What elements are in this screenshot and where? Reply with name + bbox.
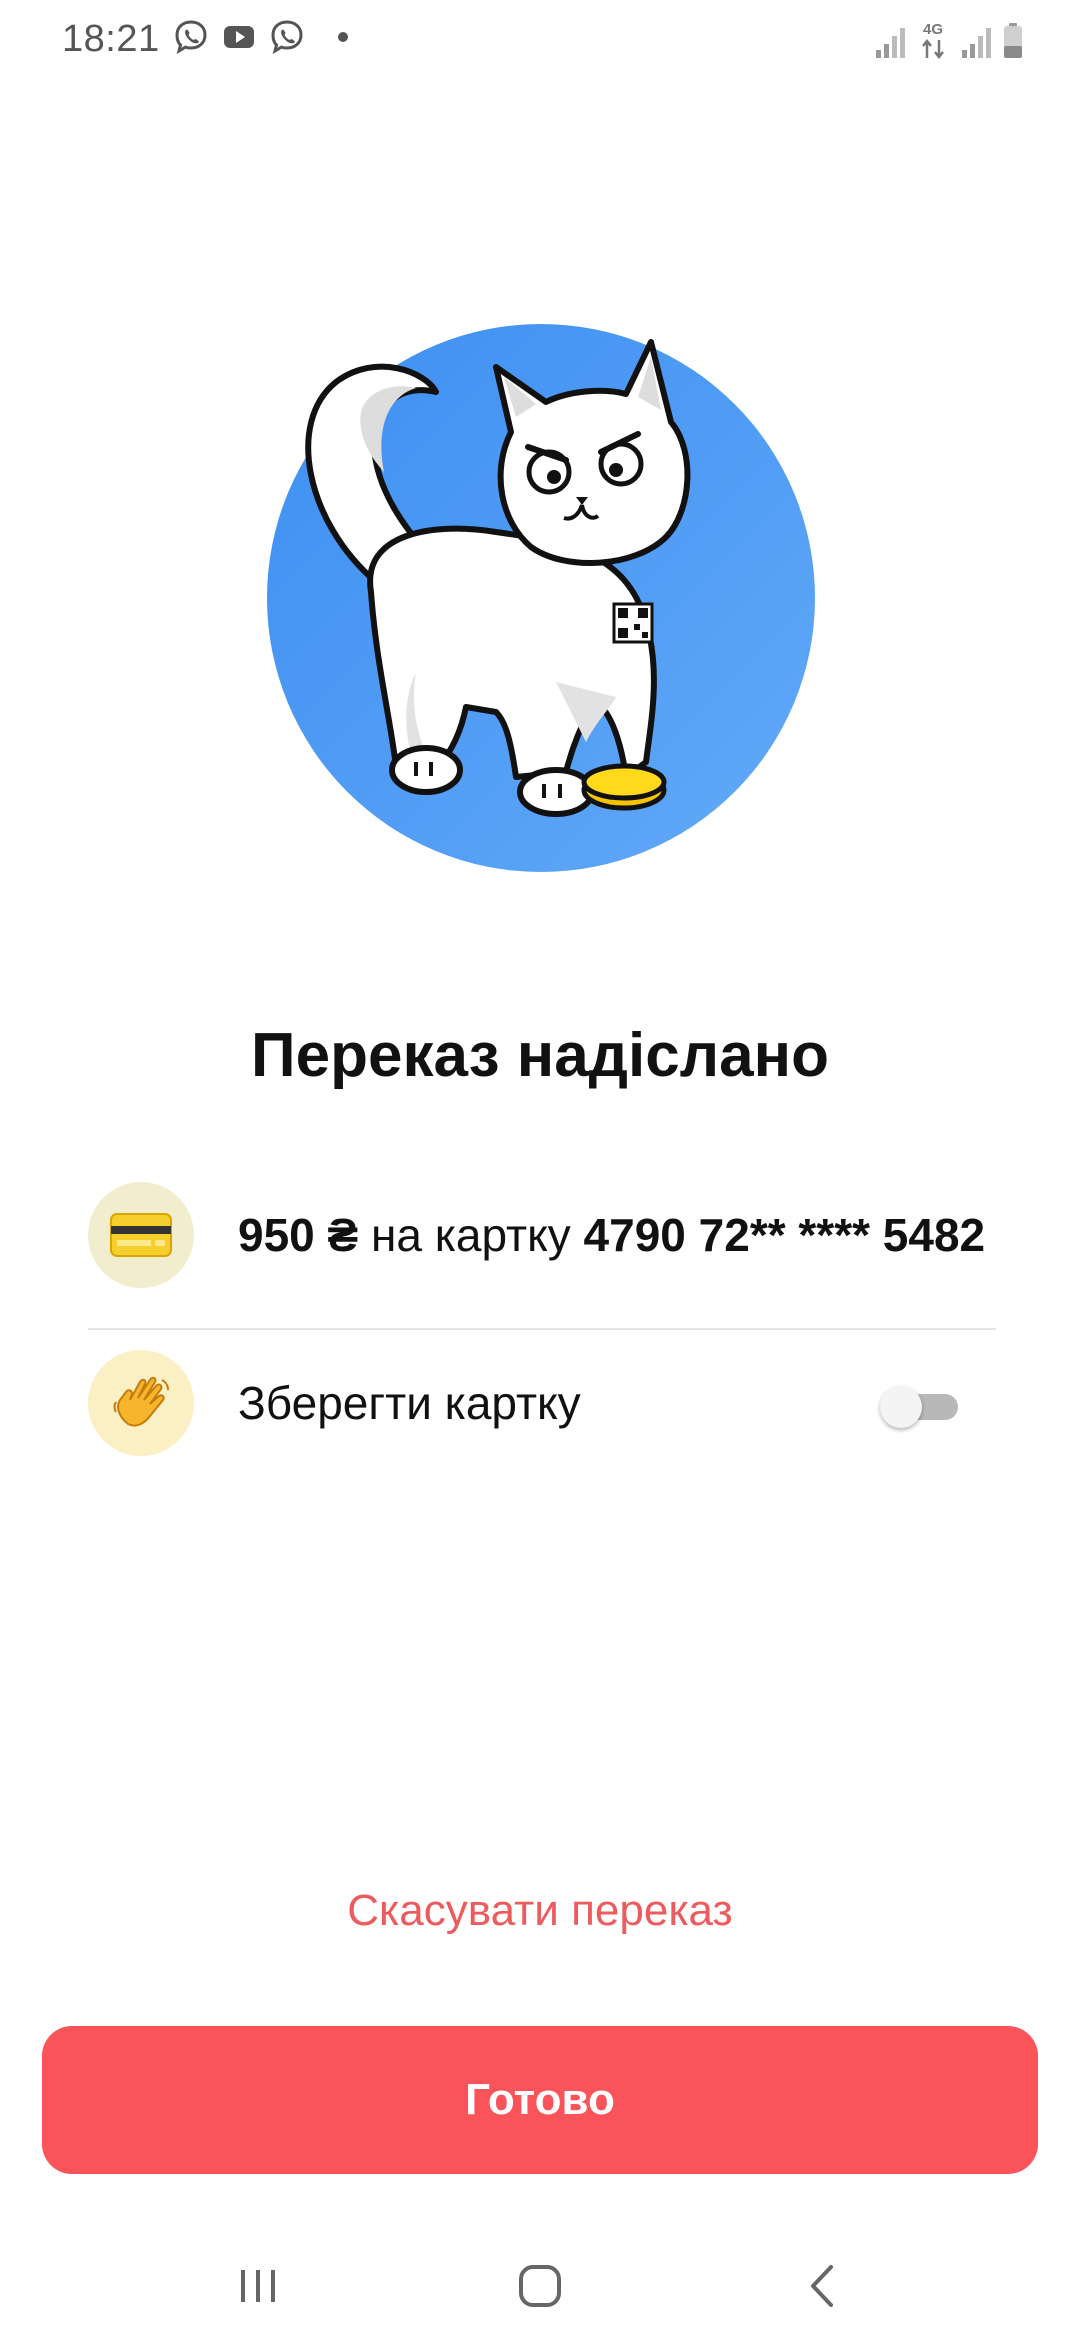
viber-icon xyxy=(175,20,207,55)
save-card-row[interactable]: Зберегти картку xyxy=(88,1348,996,1458)
viber-icon xyxy=(271,20,303,55)
divider xyxy=(88,1328,996,1330)
4g-data-icon: 4G xyxy=(922,21,944,60)
transfer-summary: 950 ₴ на картку 4790 72** **** 5482 xyxy=(238,1208,985,1262)
status-bar: 18:21 4G xyxy=(0,0,1080,84)
transfer-amount: 950 ₴ xyxy=(238,1209,359,1261)
back-icon[interactable] xyxy=(782,2246,862,2326)
signal-icon xyxy=(962,28,991,58)
cancel-transfer-link[interactable]: Скасувати переказ xyxy=(0,1886,1080,1936)
waving-hand-icon xyxy=(88,1350,194,1456)
youtube-icon xyxy=(224,26,254,48)
system-nav-bar xyxy=(0,2220,1080,2340)
save-card-label: Зберегти картку xyxy=(238,1377,581,1429)
notification-icons xyxy=(172,18,348,56)
card-number: 4790 72** **** 5482 xyxy=(583,1209,986,1261)
page-title: Переказ надіслано xyxy=(251,1021,829,1090)
status-time: 18:21 xyxy=(62,18,160,60)
battery-icon xyxy=(1004,23,1022,58)
toggle-knob xyxy=(880,1386,922,1428)
transfer-details-row: 950 ₴ на картку 4790 72** **** 5482 xyxy=(88,1180,996,1290)
system-icons: 4G xyxy=(874,20,1024,60)
recents-icon[interactable] xyxy=(218,2246,298,2326)
transfer-to-label: на картку xyxy=(358,1209,584,1261)
notification-dot xyxy=(338,32,348,42)
signal-icon xyxy=(876,28,905,58)
credit-card-icon xyxy=(88,1182,194,1288)
done-button[interactable]: Готово xyxy=(42,2026,1038,2174)
home-icon[interactable] xyxy=(500,2246,580,2326)
save-card-toggle[interactable] xyxy=(880,1384,958,1428)
cat-with-coin-illustration xyxy=(267,324,815,872)
network-type-label: 4G xyxy=(923,21,943,38)
